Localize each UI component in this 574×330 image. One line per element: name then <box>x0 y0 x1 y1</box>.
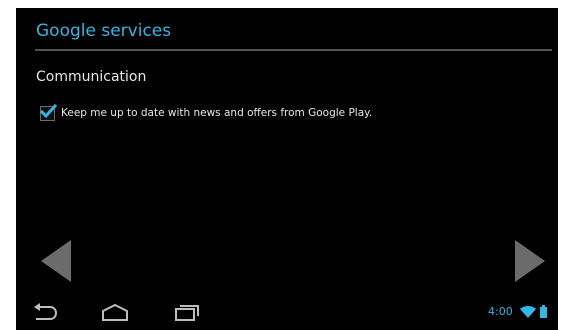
battery-icon <box>540 305 547 318</box>
tablet-screen: Google services Communication Keep me up… <box>16 8 558 330</box>
page-title: Google services <box>36 21 172 41</box>
back-button[interactable] <box>32 303 58 325</box>
checkmark-icon <box>39 103 57 118</box>
cropped-caption <box>0 0 574 8</box>
back-icon <box>34 303 58 320</box>
system-navigation-bar: 4:00 <box>16 295 558 330</box>
home-button[interactable] <box>100 303 130 325</box>
left-arrow-icon <box>41 240 71 282</box>
news-offers-option[interactable]: Keep me up to date with news and offers … <box>39 103 373 121</box>
header-divider <box>35 49 552 51</box>
section-label-communication: Communication <box>36 69 147 85</box>
right-arrow-icon <box>515 240 545 282</box>
news-offers-label: Keep me up to date with news and offers … <box>61 107 373 119</box>
home-icon <box>102 303 128 321</box>
status-clock: 4:00 <box>488 305 513 318</box>
previous-button[interactable] <box>41 240 73 286</box>
recents-icon <box>175 305 199 321</box>
wifi-icon <box>520 306 536 318</box>
next-button[interactable] <box>513 240 545 286</box>
recent-apps-button[interactable] <box>174 303 200 325</box>
news-offers-checkbox[interactable] <box>39 103 57 121</box>
